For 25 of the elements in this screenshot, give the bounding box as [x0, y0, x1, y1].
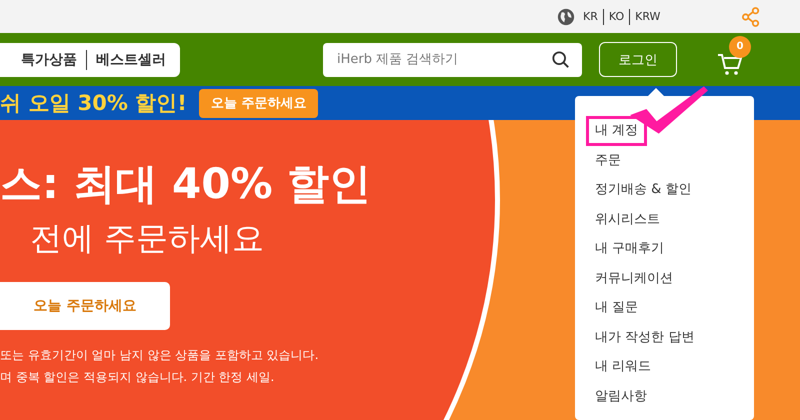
globe-icon[interactable]: [557, 8, 575, 26]
banner-subline: 전에 주문하세요: [30, 218, 264, 259]
menu-item[interactable]: 내 질문: [586, 293, 648, 322]
disclaimer-text: 며 중복 할인은 적용되지 않습니다. 기간 한정 세일.: [0, 369, 274, 386]
nav-link[interactable]: 베스트셀러: [96, 50, 166, 68]
cart-icon[interactable]: [717, 52, 743, 76]
locale-link[interactable]: KR: [583, 10, 598, 23]
menu-item[interactable]: 커뮤니케이션: [586, 264, 682, 293]
locale-link[interactable]: KRW: [635, 10, 660, 23]
menu-item[interactable]: 내 구매후기: [586, 234, 674, 264]
menu-item[interactable]: 위시리스트: [586, 204, 669, 234]
search-icon[interactable]: [552, 50, 570, 68]
promo-text: 쉬 오일 30% 할인!: [0, 90, 187, 117]
locale-link[interactable]: KO: [608, 10, 624, 23]
login-button[interactable]: 로그인: [599, 42, 677, 77]
menu-item[interactable]: 내 리워드: [586, 352, 660, 382]
menu-item[interactable]: 내가 작성한 답변: [586, 322, 704, 352]
menu-item[interactable]: 주문: [586, 146, 630, 175]
banner-headline: 스: 최대 40% 할인: [0, 158, 372, 210]
nav-link[interactable]: 특가상품: [21, 50, 77, 68]
menu-item[interactable]: 정기배송 & 할인: [586, 175, 700, 204]
disclaimer-text: 또는 유효기간이 얼마 남지 않은 상품을 포함하고 있습니다.: [0, 347, 319, 364]
menu-item[interactable]: 알림사항: [586, 382, 656, 411]
cart-count-badge: 0: [729, 36, 751, 58]
search-field[interactable]: iHerb 제품 검색하기: [323, 42, 582, 76]
